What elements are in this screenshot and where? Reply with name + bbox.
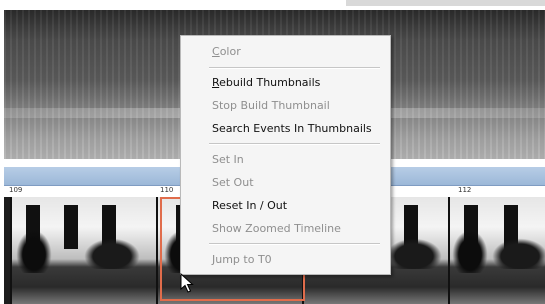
menu-item-reset-in-out[interactable]: Reset In / Out bbox=[212, 196, 287, 216]
context-menu: Color Rebuild Thumbnails Stop Build Thum… bbox=[180, 35, 391, 275]
plant-silhouette bbox=[82, 237, 142, 269]
menu-item-set-in[interactable]: Set In bbox=[212, 150, 244, 170]
plant-silhouette bbox=[384, 237, 444, 269]
menu-item-stop-build-thumbnail[interactable]: Stop Build Thumbnail bbox=[212, 96, 330, 116]
plant-silhouette bbox=[450, 227, 490, 273]
menu-item-set-out[interactable]: Set Out bbox=[212, 173, 254, 193]
menu-separator bbox=[209, 143, 380, 145]
menu-item-show-zoomed-timeline[interactable]: Show Zoomed Timeline bbox=[212, 219, 341, 239]
menu-item-color[interactable]: Color bbox=[212, 42, 241, 62]
menu-separator bbox=[209, 67, 380, 69]
plant-silhouette bbox=[14, 227, 54, 273]
window-pane bbox=[64, 205, 78, 249]
mouse-pointer-icon bbox=[180, 273, 194, 293]
menu-item-rebuild-thumbnails[interactable]: Rebuild Thumbnails bbox=[212, 73, 320, 93]
tick-label: 110 bbox=[160, 186, 174, 194]
menu-item-label: ebuild Thumbnails bbox=[219, 76, 321, 89]
menu-separator bbox=[209, 243, 380, 245]
menu-item-search-events-in-thumbnails[interactable]: Search Events In Thumbnails bbox=[212, 119, 372, 139]
plant-silhouette bbox=[490, 237, 545, 269]
tick-label: 112 bbox=[458, 186, 472, 194]
mnemonic-letter: C bbox=[212, 45, 220, 58]
thumbnail[interactable] bbox=[448, 197, 545, 304]
top-toolbar-strip bbox=[346, 0, 545, 6]
menu-item-jump-to-t0[interactable]: Jump to T0 bbox=[212, 250, 272, 270]
tick-label: 109 bbox=[9, 186, 23, 194]
thumbnail[interactable] bbox=[10, 197, 158, 304]
menu-item-label: olor bbox=[219, 45, 241, 58]
video-review-window: 109 110 112 Color Rebuild Thumbnails Sto… bbox=[0, 0, 545, 304]
